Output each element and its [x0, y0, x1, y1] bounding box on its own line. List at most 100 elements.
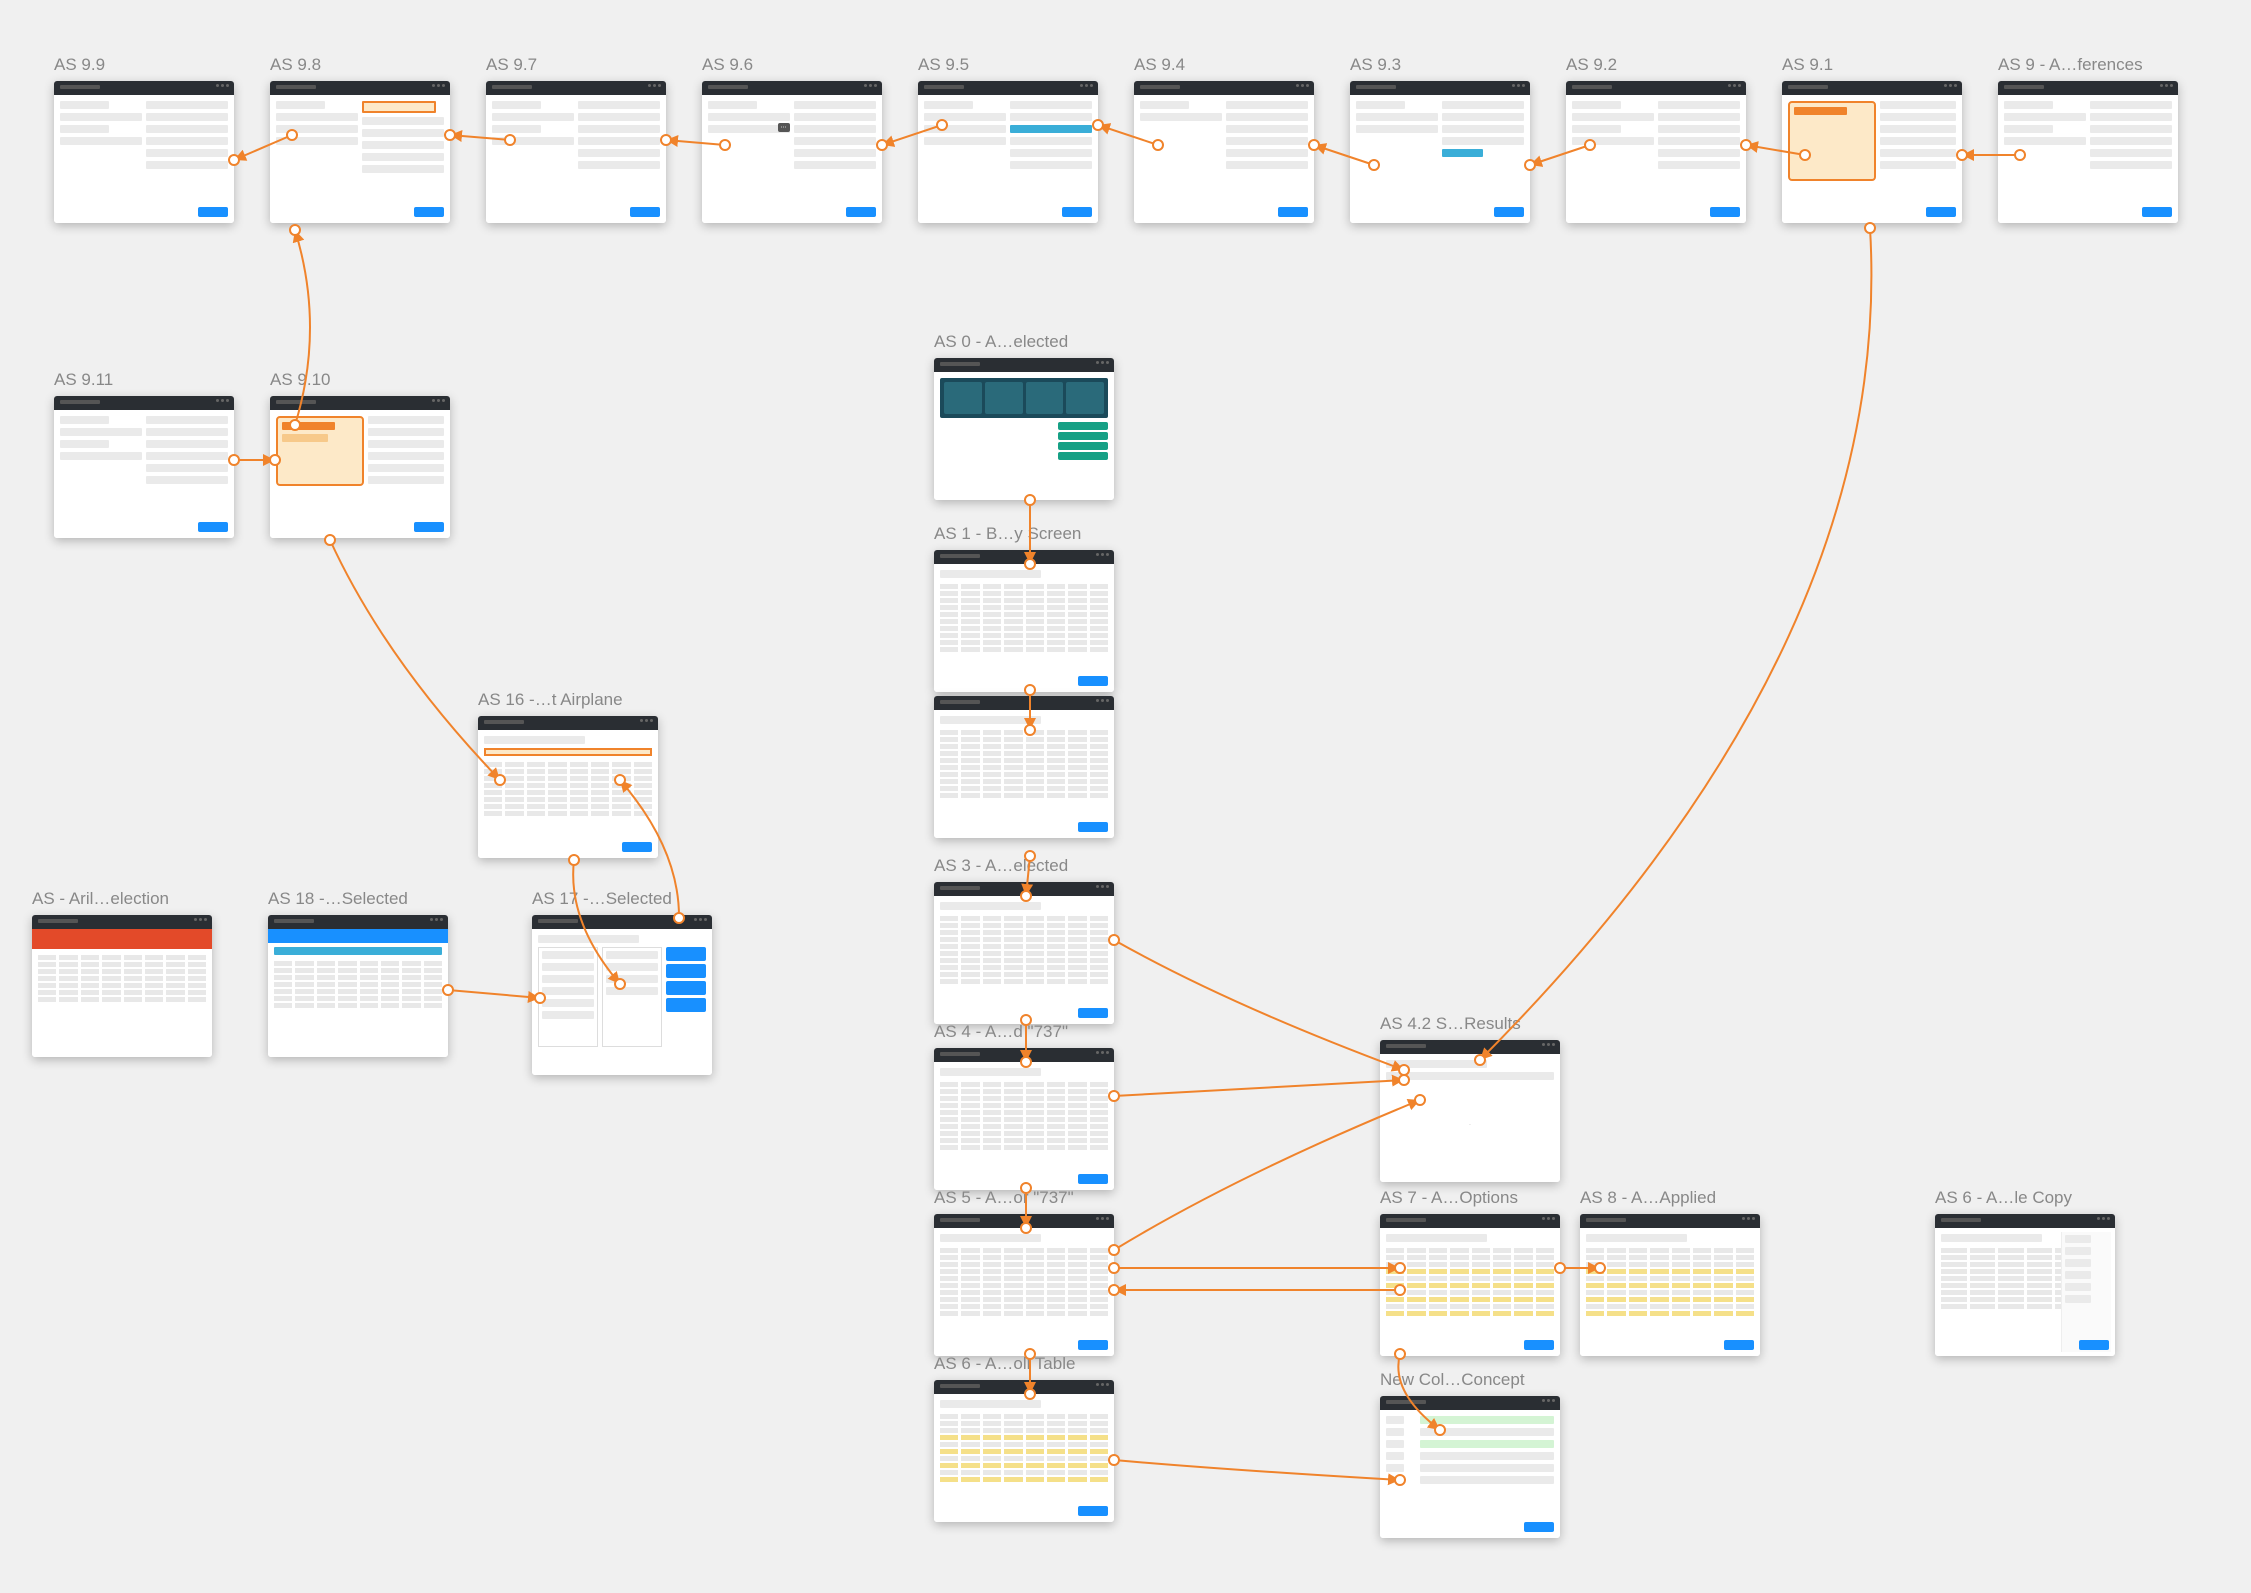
connector: [448, 990, 540, 998]
frame-title: AS 9.5: [918, 55, 1098, 75]
window-body: [54, 410, 234, 538]
window-body: [268, 929, 448, 1057]
frame-as0[interactable]: AS 0 - A…elected: [934, 332, 1114, 500]
window-thumbnail[interactable]: [1380, 1396, 1560, 1538]
window-thumbnail[interactable]: [54, 81, 234, 223]
window-thumbnail[interactable]: [934, 1380, 1114, 1522]
window-titlebar: [934, 696, 1114, 710]
frame-as16[interactable]: AS 16 -…t Airplane: [478, 690, 658, 858]
frame-aselect[interactable]: AS - Aril…election: [32, 889, 212, 1057]
window-body: [54, 95, 234, 223]
frame-title: AS 3 - A…elected: [934, 856, 1114, 876]
frame-as5[interactable]: AS 5 - A…or "737": [934, 1188, 1114, 1356]
frame-title: AS 9.6: [702, 55, 882, 75]
frame-as92[interactable]: AS 9.2: [1566, 55, 1746, 223]
window-titlebar: [1380, 1396, 1560, 1410]
window-body: [1134, 95, 1314, 223]
frame-as96[interactable]: AS 9.6 ⋯: [702, 55, 882, 223]
frame-as98[interactable]: AS 9.8: [270, 55, 450, 223]
window-titlebar: [478, 716, 658, 730]
window-body: [1935, 1228, 2115, 1356]
window-body: ·: [1380, 1054, 1560, 1182]
window-body: [1350, 95, 1530, 223]
frame-title: AS 9.3: [1350, 55, 1530, 75]
window-thumbnail[interactable]: [270, 81, 450, 223]
frame-as8[interactable]: AS 8 - A…Applied: [1580, 1188, 1760, 1356]
window-titlebar: [532, 915, 712, 929]
window-titlebar: [1935, 1214, 2115, 1228]
frame-as2[interactable]: [934, 690, 1114, 838]
window-thumbnail[interactable]: [918, 81, 1098, 223]
window-thumbnail[interactable]: [1935, 1214, 2115, 1356]
connector-node: [290, 225, 300, 235]
window-titlebar: [1782, 81, 1962, 95]
window-body: [1998, 95, 2178, 223]
window-thumbnail[interactable]: [934, 696, 1114, 838]
window-thumbnail[interactable]: ·: [1380, 1040, 1560, 1182]
frame-as97[interactable]: AS 9.7: [486, 55, 666, 223]
window-body: [1380, 1228, 1560, 1356]
window-thumbnail[interactable]: [32, 915, 212, 1057]
window-body: [1580, 1228, 1760, 1356]
window-titlebar: [1580, 1214, 1760, 1228]
window-titlebar: [934, 882, 1114, 896]
window-thumbnail[interactable]: [268, 915, 448, 1057]
window-thumbnail[interactable]: [486, 81, 666, 223]
window-thumbnail[interactable]: [934, 1048, 1114, 1190]
frame-as91[interactable]: AS 9.1: [1782, 55, 1962, 223]
window-body: [478, 730, 658, 858]
window-thumbnail[interactable]: [1566, 81, 1746, 223]
window-thumbnail[interactable]: [934, 358, 1114, 500]
frame-as4[interactable]: AS 4 - A…d "737": [934, 1022, 1114, 1190]
window-thumbnail[interactable]: [532, 915, 712, 1075]
frame-as910[interactable]: AS 9.10: [270, 370, 450, 538]
window-body: [486, 95, 666, 223]
window-body: [1566, 95, 1746, 223]
window-thumbnail[interactable]: [1380, 1214, 1560, 1356]
window-thumbnail[interactable]: [1580, 1214, 1760, 1356]
frame-title: AS 6 - A…oll Table: [934, 1354, 1114, 1374]
window-thumbnail[interactable]: [270, 396, 450, 538]
frame-as3[interactable]: AS 3 - A…elected: [934, 856, 1114, 1024]
frame-as18[interactable]: AS 18 -…Selected: [268, 889, 448, 1057]
frame-as42[interactable]: AS 4.2 S…Results·: [1380, 1014, 1560, 1182]
frame-title: AS 9 - A…ferences: [1998, 55, 2178, 75]
window-thumbnail[interactable]: [934, 1214, 1114, 1356]
frame-as7[interactable]: AS 7 - A…Options: [1380, 1188, 1560, 1356]
window-thumbnail[interactable]: [1134, 81, 1314, 223]
flow-canvas[interactable]: AS 9.9AS 9.8AS 9.7 AS 9.6 ⋯ AS 9.5 AS 9.4 AS…: [0, 0, 2251, 1593]
frame-as911[interactable]: AS 9.11: [54, 370, 234, 538]
window-thumbnail[interactable]: [1350, 81, 1530, 223]
frame-newcol[interactable]: New Col…Concept: [1380, 1370, 1560, 1538]
frame-as17[interactable]: AS 17 -…Selected: [532, 889, 712, 1075]
window-thumbnail[interactable]: [478, 716, 658, 858]
frame-title: AS 17 -…Selected: [532, 889, 712, 909]
frame-as94[interactable]: AS 9.4: [1134, 55, 1314, 223]
frame-title: AS 4 - A…d "737": [934, 1022, 1114, 1042]
frame-title: AS 9.4: [1134, 55, 1314, 75]
frame-as6c[interactable]: AS 6 - A…le Copy: [1935, 1188, 2115, 1356]
frame-as9[interactable]: AS 9 - A…ferences: [1998, 55, 2178, 223]
frame-as6t[interactable]: AS 6 - A…oll Table: [934, 1354, 1114, 1522]
window-thumbnail[interactable]: [934, 550, 1114, 692]
window-thumbnail[interactable]: [54, 396, 234, 538]
frame-as1[interactable]: AS 1 - B…y Screen: [934, 524, 1114, 692]
window-thumbnail[interactable]: ⋯: [702, 81, 882, 223]
window-body: [270, 410, 450, 538]
window-titlebar: [1134, 81, 1314, 95]
window-body: [934, 564, 1114, 692]
window-body: [32, 929, 212, 1057]
connector: [1480, 228, 1871, 1060]
window-titlebar: [1350, 81, 1530, 95]
connector: [1114, 940, 1404, 1070]
window-body: [532, 929, 712, 1075]
frame-as93[interactable]: AS 9.3: [1350, 55, 1530, 223]
frame-title: AS 9.11: [54, 370, 234, 390]
window-thumbnail[interactable]: [1782, 81, 1962, 223]
frame-title: AS 18 -…Selected: [268, 889, 448, 909]
frame-as95[interactable]: AS 9.5: [918, 55, 1098, 223]
frame-as99[interactable]: AS 9.9: [54, 55, 234, 223]
window-thumbnail[interactable]: [934, 882, 1114, 1024]
window-body: [270, 95, 450, 223]
window-thumbnail[interactable]: [1998, 81, 2178, 223]
